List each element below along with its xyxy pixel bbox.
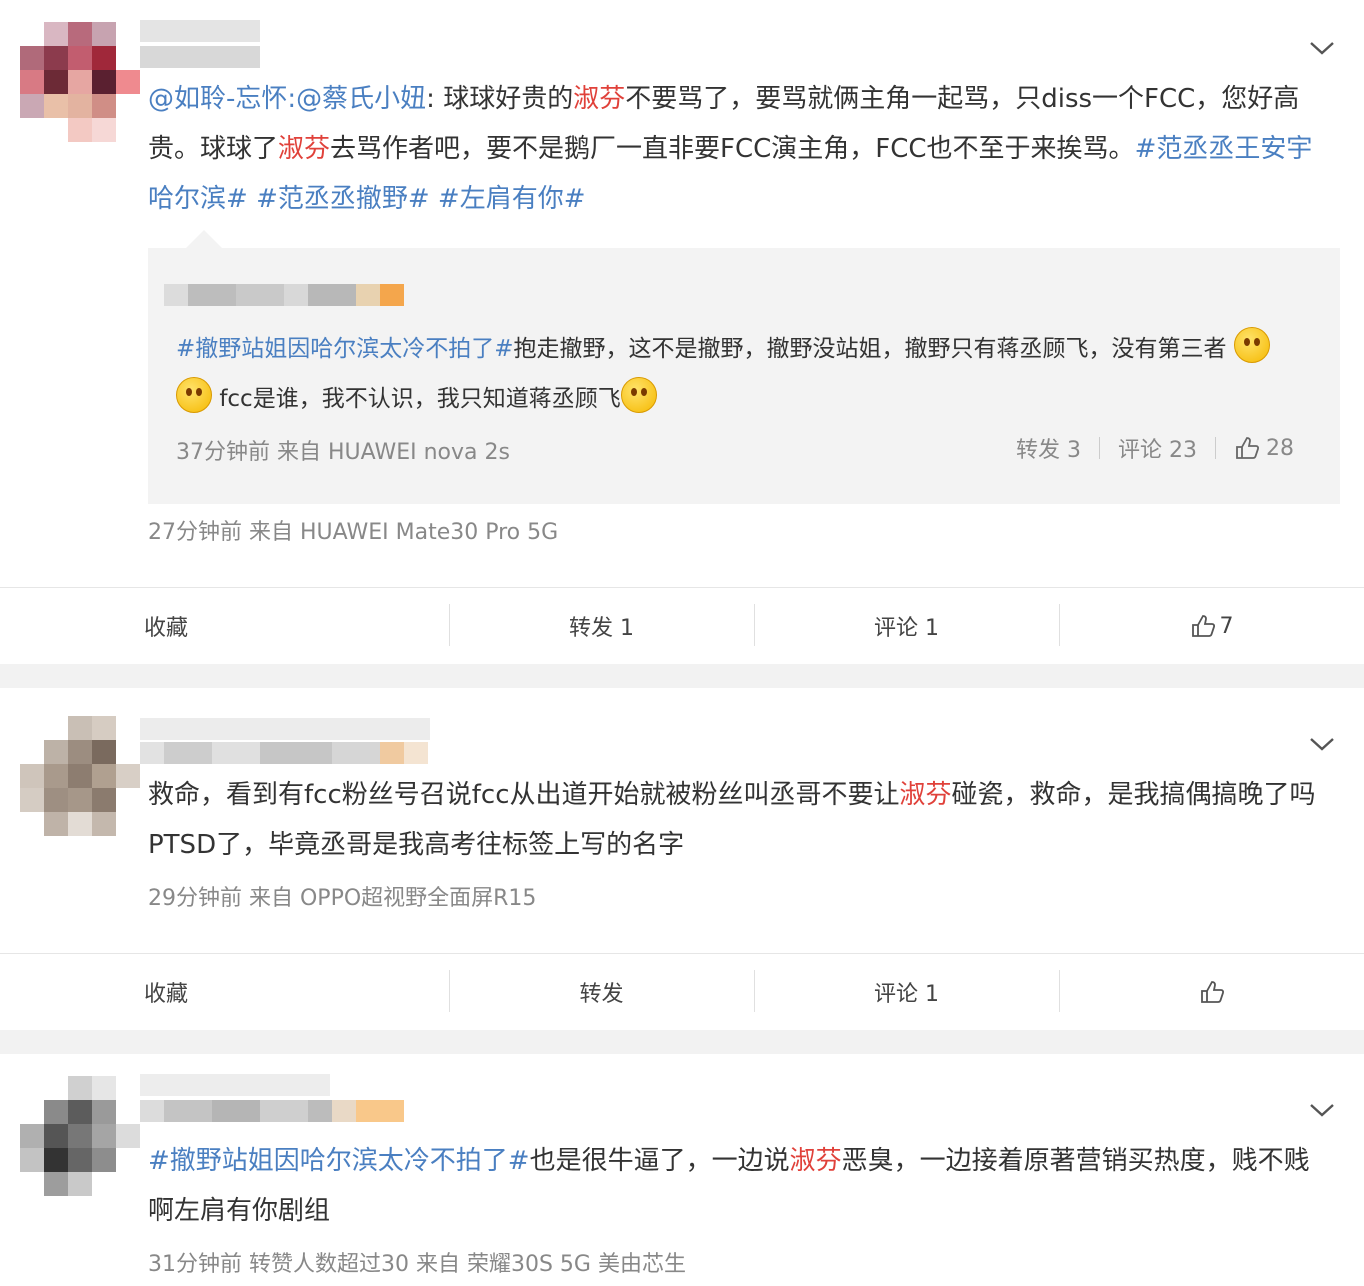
avatar[interactable] — [20, 22, 140, 142]
repost-button[interactable]: 转发 — [449, 954, 754, 1030]
thinking-emoji-icon — [620, 377, 657, 413]
username-blurred[interactable] — [140, 46, 260, 68]
quoted-comment[interactable]: 评论 23 — [1118, 432, 1197, 464]
post-text: #撤野站姐因哈尔滨太冷不拍了#也是很牛逼了，一边说淑芬恶臭，一边接着原著营销买热… — [148, 1136, 1334, 1236]
comment-button[interactable]: 评论 1 — [754, 588, 1059, 664]
favorite-button[interactable]: 收藏 — [0, 954, 449, 1030]
quoted-username-blurred[interactable] — [164, 284, 404, 306]
username-blurred[interactable] — [140, 20, 260, 42]
text-link[interactable]: #左肩有你# — [438, 184, 586, 214]
divider — [1099, 437, 1100, 459]
divider — [1215, 437, 1216, 459]
username-blurred[interactable] — [140, 1100, 404, 1122]
quoted-like[interactable]: 28 — [1234, 435, 1294, 461]
smile-emoji-icon — [1233, 327, 1270, 363]
quoted-like-count: 28 — [1266, 435, 1294, 461]
smile-emoji-icon — [176, 377, 212, 413]
quoted-text-a: 抱走撤野，这不是撤野，撤野没站姐，撤野只有蒋丞顾飞，没有第三者 — [513, 336, 1227, 362]
topic-link[interactable]: #撤野站姐因哈尔滨太冷不拍了# — [176, 336, 514, 362]
action-bar: 收藏 转发 1 评论 1 7 — [0, 587, 1364, 664]
text-link[interactable]: @如聆-忘怀: — [148, 84, 296, 114]
quoted-text: #撤野站姐因哈尔滨太冷不拍了#抱走撤野，这不是撤野，撤野没站姐，撤野只有蒋丞顾飞… — [176, 324, 1304, 424]
like-button[interactable]: 7 — [1059, 588, 1364, 664]
text-link[interactable]: @蔡氏小妞 — [296, 84, 426, 114]
action-bar: 收藏 转发 评论 1 — [0, 953, 1364, 1030]
avatar[interactable] — [20, 716, 140, 836]
post-meta: 31分钟前 转赞人数超过30 来自 荣耀30S 5G 美由芯生 — [148, 1252, 686, 1277]
chevron-down-icon[interactable] — [1308, 734, 1336, 754]
highlighted-keyword: 淑芬 — [789, 1146, 842, 1176]
highlighted-keyword: 淑芬 — [899, 780, 952, 810]
username-blurred[interactable] — [140, 1074, 330, 1096]
text-link[interactable]: #范丞丞撤野# — [256, 184, 430, 214]
thumbs-up-icon — [1236, 437, 1260, 459]
post-meta: 29分钟前 来自 OPPO超视野全面屏R15 — [148, 886, 537, 911]
highlighted-keyword: 淑芬 — [278, 134, 331, 164]
post-card-2: 救命，看到有fcc粉丝号召说fcc从出道开始就被粉丝叫丞哥不要让淑芬碰瓷，救命，… — [0, 688, 1364, 1030]
chevron-down-icon[interactable] — [1308, 38, 1336, 58]
quoted-post[interactable]: #撤野站姐因哈尔滨太冷不拍了#抱走撤野，这不是撤野，撤野没站姐，撤野只有蒋丞顾飞… — [148, 248, 1340, 504]
text-segment: 也是很牛逼了，一边说 — [529, 1146, 790, 1176]
thumbs-up-icon — [1200, 981, 1224, 1003]
text-link[interactable]: #撤野站姐因哈尔滨太冷不拍了# — [148, 1146, 530, 1176]
quote-pointer — [186, 230, 222, 248]
text-segment: : 球球好贵的 — [426, 84, 574, 114]
favorite-button[interactable]: 收藏 — [0, 588, 449, 664]
like-count: 7 — [1219, 613, 1234, 639]
post-text: 救命，看到有fcc粉丝号召说fcc从出道开始就被粉丝叫丞哥不要让淑芬碰瓷，救命，… — [148, 770, 1334, 870]
text-segment — [248, 184, 256, 214]
post-text: @如聆-忘怀:@蔡氏小妞: 球球好贵的淑芬不要骂了，要骂就俩主角一起骂，只dis… — [148, 74, 1334, 224]
like-button[interactable] — [1059, 954, 1364, 1030]
username-blurred[interactable] — [140, 742, 450, 764]
username-blurred[interactable] — [140, 718, 430, 740]
quoted-repost[interactable]: 转发 3 — [1016, 432, 1081, 464]
text-segment: 去骂作者吧，要不是鹅厂一直非要FCC演主角，FCC也不至于来挨骂。 — [330, 134, 1135, 164]
avatar[interactable] — [20, 1076, 140, 1196]
text-segment: 救命，看到有fcc粉丝号召说fcc从出道开始就被粉丝叫丞哥不要让 — [148, 780, 900, 810]
text-segment — [430, 184, 438, 214]
post-card-1: @如聆-忘怀:@蔡氏小妞: 球球好贵的淑芬不要骂了，要骂就俩主角一起骂，只dis… — [0, 0, 1364, 664]
thumbs-up-icon — [1191, 615, 1215, 637]
post-card-3: #撤野站姐因哈尔滨太冷不拍了#也是很牛逼了，一边说淑芬恶臭，一边接着原著营销买热… — [0, 1054, 1364, 1286]
post-meta: 27分钟前 来自 HUAWEI Mate30 Pro 5G — [148, 520, 559, 545]
quoted-stats: 转发 3 评论 23 28 — [1016, 432, 1294, 464]
comment-button[interactable]: 评论 1 — [754, 954, 1059, 1030]
chevron-down-icon[interactable] — [1308, 1100, 1336, 1120]
repost-button[interactable]: 转发 1 — [449, 588, 754, 664]
quoted-meta: 37分钟前 来自 HUAWEI nova 2s — [176, 440, 510, 465]
quoted-text-b: fcc是谁，我不认识，我只知道蒋丞顾飞 — [219, 386, 621, 412]
highlighted-keyword: 淑芬 — [573, 84, 626, 114]
